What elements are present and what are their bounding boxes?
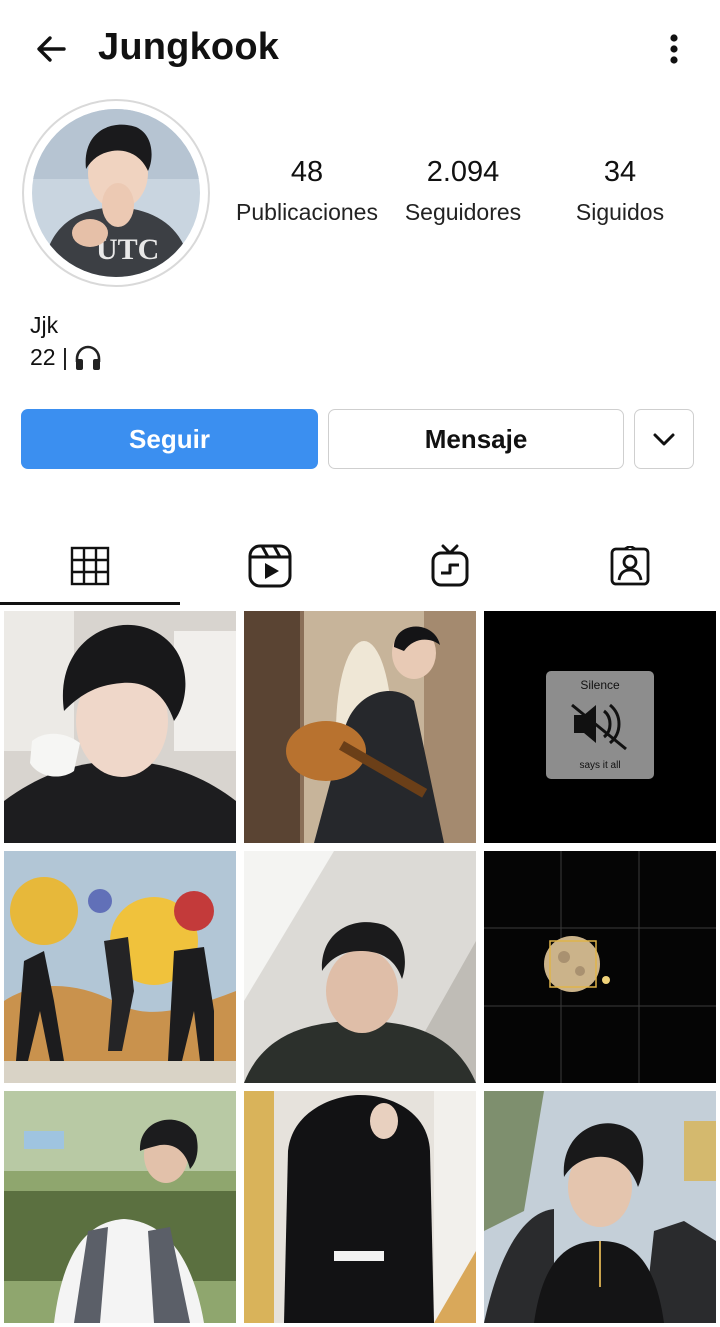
- chevron-down-icon: [653, 433, 675, 446]
- post-tile[interactable]: [484, 851, 716, 1083]
- tab-reels[interactable]: [180, 530, 360, 602]
- stat-following-label: Siguidos: [575, 199, 665, 225]
- post-tile[interactable]: [4, 1091, 236, 1323]
- stat-posts-label: Publicaciones: [236, 199, 378, 225]
- reels-icon: [248, 544, 292, 588]
- bio-name: Jjk: [30, 312, 59, 338]
- profile-stats: 48 Publicaciones 2.094 Seguidores 34 Sig…: [222, 156, 712, 246]
- page-title: Jungkook: [98, 26, 280, 68]
- active-tab-indicator: [0, 602, 180, 605]
- bio-text: 22 |: [30, 344, 68, 370]
- post-tile[interactable]: [244, 1091, 476, 1323]
- silence-card-title: Silence: [580, 678, 620, 692]
- avatar[interactable]: UTC: [22, 99, 210, 287]
- follow-button[interactable]: Seguir: [21, 409, 318, 469]
- silence-card-subtitle: says it all: [579, 760, 620, 771]
- post-tile[interactable]: [244, 611, 476, 843]
- tab-igtv[interactable]: [360, 530, 540, 602]
- message-button[interactable]: Mensaje: [328, 409, 624, 469]
- post-tile[interactable]: [244, 851, 476, 1083]
- post-tile[interactable]: [4, 851, 236, 1083]
- stat-posts-value: 48: [290, 156, 324, 188]
- top-bar: Jungkook: [0, 0, 720, 100]
- tab-grid[interactable]: [0, 530, 180, 602]
- stat-followers-value: 2.094: [426, 156, 500, 188]
- stat-followers-label: Seguidores: [404, 199, 522, 225]
- back-button[interactable]: [30, 28, 72, 70]
- suggestions-dropdown-button[interactable]: [634, 409, 694, 469]
- post-tile[interactable]: Silence says it all: [484, 611, 716, 843]
- post-tile[interactable]: [484, 1091, 716, 1323]
- tab-tagged[interactable]: [540, 530, 720, 602]
- stat-following[interactable]: 34 Siguidos: [556, 156, 684, 226]
- tagged-user-icon: [610, 546, 650, 586]
- bio-line: 22 |: [30, 344, 102, 371]
- stat-posts[interactable]: 48 Publicaciones: [222, 156, 392, 226]
- more-options-button[interactable]: [656, 28, 692, 70]
- post-tile[interactable]: [4, 611, 236, 843]
- arrow-left-icon: [37, 36, 66, 62]
- igtv-icon: [431, 544, 469, 587]
- profile-photo: UTC: [32, 109, 200, 277]
- grid-icon: [70, 546, 110, 586]
- headphones-icon: [75, 345, 101, 370]
- stat-following-value: 34: [603, 156, 637, 188]
- stat-followers[interactable]: 2.094 Seguidores: [392, 156, 534, 226]
- more-vertical-icon: [670, 34, 678, 64]
- profile-tabs: [0, 530, 720, 606]
